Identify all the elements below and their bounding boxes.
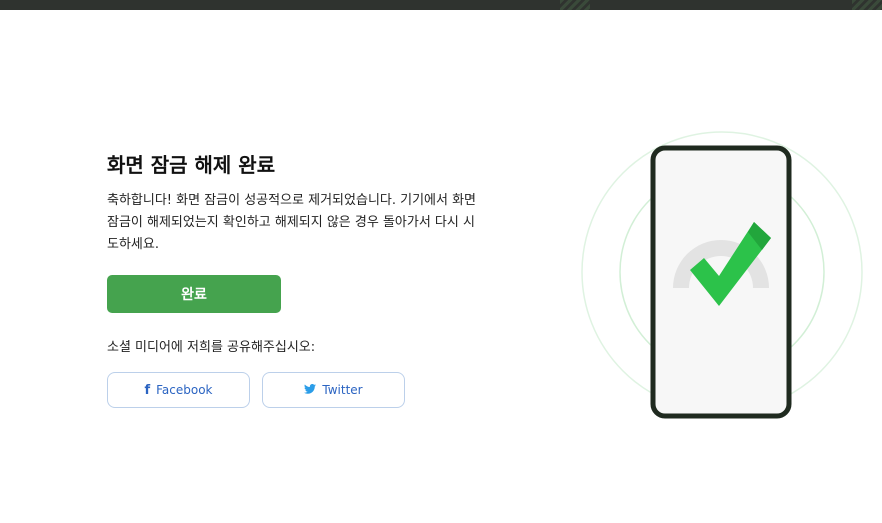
- success-description: 축하합니다! 화면 잠금이 성공적으로 제거되었습니다. 기기에서 화면 잠금이…: [107, 193, 477, 252]
- facebook-icon: f: [144, 382, 151, 398]
- facebook-label: Facebook: [156, 383, 213, 397]
- twitter-icon: [304, 383, 317, 398]
- top-bar-decoration: [560, 0, 590, 10]
- window-top-bar: [0, 0, 882, 10]
- top-bar-decoration: [852, 0, 882, 10]
- share-label: 소셜 미디어에 저희를 공유해주십시오:: [107, 340, 316, 355]
- success-panel: 화면 잠금 해제 완료 축하합니다! 화면 잠금이 성공적으로 제거되었습니다.…: [107, 150, 487, 408]
- twitter-label: Twitter: [322, 383, 363, 397]
- phone-success-illustration: [581, 131, 863, 419]
- twitter-share-button[interactable]: Twitter: [262, 372, 405, 408]
- facebook-share-button[interactable]: f Facebook: [107, 372, 250, 408]
- page-title: 화면 잠금 해제 완료: [107, 153, 276, 177]
- done-button[interactable]: 완료: [107, 275, 281, 313]
